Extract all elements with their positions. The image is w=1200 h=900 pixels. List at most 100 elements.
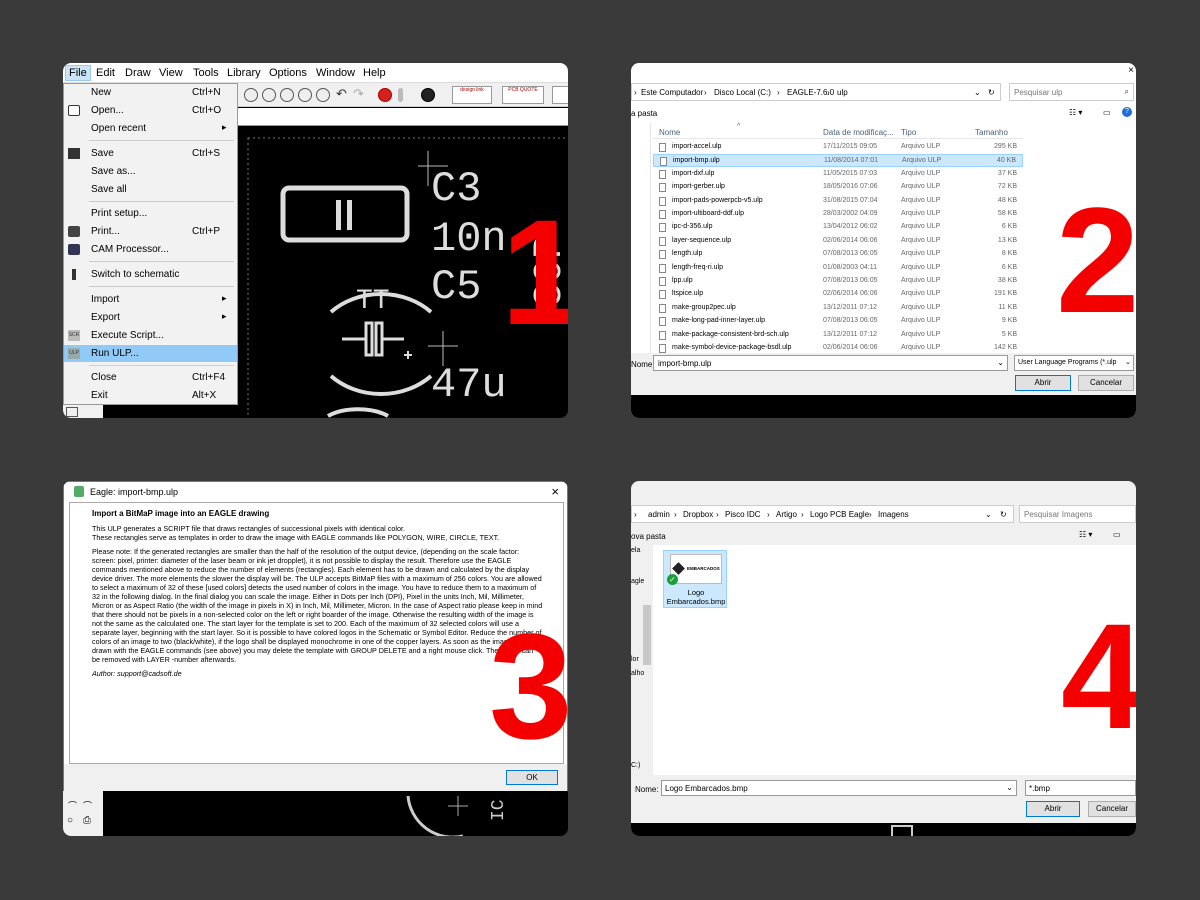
col-date[interactable]: Data de modificaç... bbox=[823, 128, 894, 137]
file-row[interactable]: import-dxf.ulp 11/05/2015 07:03 Arquivo UL… bbox=[653, 168, 1023, 181]
menu-edit[interactable]: Edit bbox=[96, 67, 115, 79]
nav-item[interactable]: agle bbox=[631, 578, 644, 585]
redo-icon[interactable]: ↷ bbox=[353, 86, 364, 102]
zoom-redraw-icon[interactable] bbox=[298, 88, 312, 102]
zoom-select-icon[interactable] bbox=[316, 88, 330, 102]
file-row[interactable]: ltspice.ulp 02/06/2014 06:06 Arquivo ULP 19… bbox=[653, 288, 1023, 301]
menu-library[interactable]: Library bbox=[227, 67, 261, 79]
breadcrumb-item[interactable]: ulp bbox=[837, 88, 848, 97]
file-row[interactable]: import-pads-powerpcb-v5.ulp 31/08/2015 07… bbox=[653, 195, 1023, 208]
breadcrumb-item[interactable]: admin bbox=[648, 510, 670, 519]
file-row[interactable]: ipc-d-356.ulp 13/04/2012 06:02 Arquivo ULP… bbox=[653, 221, 1023, 234]
menu-item-cam-processor[interactable]: CAM Processor... bbox=[64, 241, 237, 258]
curve-tool-icon[interactable]: ⌒ bbox=[83, 799, 92, 812]
file-row[interactable]: import-accel.ulp 17/11/2015 09:05 Arquivo … bbox=[653, 141, 1023, 154]
menu-tools[interactable]: Tools bbox=[193, 67, 219, 79]
new-folder-button[interactable]: a pasta bbox=[631, 109, 657, 118]
nav-item[interactable]: C:) bbox=[631, 762, 640, 769]
ok-button[interactable]: OK bbox=[506, 770, 558, 785]
menu-options[interactable]: Options bbox=[269, 67, 307, 79]
search-input[interactable]: Pesquisar Imagens bbox=[1019, 505, 1136, 523]
filetype-select[interactable]: User Language Programs (*.ulp ⌄ bbox=[1014, 355, 1134, 371]
menu-draw[interactable]: Draw bbox=[125, 67, 151, 79]
nav-item[interactable]: lor bbox=[631, 656, 639, 663]
stop-icon[interactable] bbox=[378, 88, 392, 102]
file-row[interactable]: make-long-pad-inner-layer.ulp 07/08/2013 … bbox=[653, 315, 1023, 328]
new-folder-button[interactable]: ova pasta bbox=[631, 532, 666, 541]
menu-item-new[interactable]: New Ctrl+N bbox=[64, 84, 237, 101]
file-row[interactable]: make-package-consistent-brd-sch.ulp 13/12… bbox=[653, 329, 1023, 342]
help-icon[interactable] bbox=[421, 88, 435, 102]
address-bar[interactable]: › Este Computador › Disco Local (C:) › E… bbox=[631, 83, 1001, 101]
open-button[interactable]: Abrir bbox=[1015, 375, 1071, 391]
menu-item-export[interactable]: Export ▸ bbox=[64, 309, 237, 326]
menu-window[interactable]: Window bbox=[316, 67, 355, 79]
menu-item-print[interactable]: Print... Ctrl+P bbox=[64, 223, 237, 240]
menu-item-print-setup[interactable]: Print setup... bbox=[64, 205, 237, 222]
filename-input[interactable]: Logo Embarcados.bmp ⌄ bbox=[661, 780, 1017, 796]
menu-item-save[interactable]: Save Ctrl+S bbox=[64, 145, 237, 162]
menu-view[interactable]: View bbox=[159, 67, 183, 79]
menu-item-run-ulp[interactable]: ULP Run ULP... bbox=[64, 345, 237, 362]
breadcrumb-item[interactable]: Dropbox bbox=[683, 510, 713, 519]
file-row[interactable]: import-gerber.ulp 18/05/2016 07:06 Arquivo… bbox=[653, 181, 1023, 194]
arc-tool-icon[interactable]: ⌒ bbox=[68, 799, 77, 812]
file-row[interactable]: length-freq-ri.ulp 01/08/2003 04:11 Arquiv… bbox=[653, 262, 1023, 275]
menu-item-switch-schematic[interactable]: Switch to schematic bbox=[64, 266, 237, 283]
zoom-fit-icon[interactable] bbox=[244, 88, 258, 102]
refresh-icon[interactable]: ↻ bbox=[1000, 510, 1007, 519]
menu-item-save-all[interactable]: Save all bbox=[64, 181, 237, 198]
menu-item-execute-script[interactable]: SCR Execute Script... bbox=[64, 327, 237, 344]
menu-item-import[interactable]: Import ▸ bbox=[64, 291, 237, 308]
menu-item-save-as[interactable]: Save as... bbox=[64, 163, 237, 180]
chevron-down-icon[interactable]: ⌄ bbox=[974, 88, 981, 97]
file-row[interactable]: import-bmp.ulp 11/08/2014 07:01 Arquivo UL… bbox=[653, 154, 1023, 168]
zoom-in-icon[interactable] bbox=[262, 88, 276, 102]
view-options-icon[interactable]: ☷ ▾ bbox=[1069, 108, 1082, 117]
command-line[interactable] bbox=[238, 108, 568, 126]
file-row[interactable]: layer-sequence.ulp 02/06/2014 06:06 Arquiv… bbox=[653, 235, 1023, 248]
scrollbar-thumb[interactable] bbox=[643, 605, 651, 665]
text-tool-icon[interactable]: ⎙ bbox=[83, 815, 91, 826]
search-input[interactable]: Pesquisar ulp ⌕ bbox=[1009, 83, 1134, 101]
filetype-select[interactable]: *.bmp bbox=[1025, 780, 1136, 796]
cancel-button[interactable]: Cancelar bbox=[1088, 801, 1136, 817]
view-options-icon[interactable]: ☷ ▾ bbox=[1079, 530, 1092, 539]
close-icon[interactable]: × bbox=[551, 484, 559, 499]
circle-tool-icon[interactable]: ○ bbox=[67, 815, 73, 826]
help-icon[interactable]: ? bbox=[1122, 107, 1132, 117]
menu-item-open-recent[interactable]: Open recent ▸ bbox=[64, 120, 237, 137]
breadcrumb-item[interactable]: Imagens bbox=[878, 510, 909, 519]
nav-item[interactable]: ela bbox=[631, 547, 640, 554]
chevron-down-icon[interactable]: ⌄ bbox=[985, 510, 992, 519]
design-link-button[interactable]: design link bbox=[452, 86, 492, 104]
nav-item[interactable]: alho bbox=[631, 670, 644, 677]
tool-icon[interactable] bbox=[66, 407, 78, 417]
cancel-button[interactable]: Cancelar bbox=[1078, 375, 1134, 391]
file-tile-logo[interactable]: EMBARCADOS ✓ Logo Embarcados.bmp bbox=[663, 550, 727, 608]
col-size[interactable]: Tamanho bbox=[975, 128, 1008, 137]
breadcrumb-item[interactable]: Este Computador bbox=[641, 88, 703, 97]
menu-item-close[interactable]: Close Ctrl+F4 bbox=[64, 369, 237, 386]
col-type[interactable]: Tipo bbox=[901, 128, 916, 137]
refresh-icon[interactable]: ↻ bbox=[988, 88, 995, 97]
zoom-out-icon[interactable] bbox=[280, 88, 294, 102]
breadcrumb-item[interactable]: Logo PCB Eagle bbox=[810, 510, 869, 519]
file-row[interactable]: make-group2pec.ulp 13/12/2011 07:12 Arquiv… bbox=[653, 302, 1023, 315]
address-bar[interactable]: › admin › Dropbox › Pisco IDC › Artigo ›… bbox=[631, 505, 1014, 523]
file-row[interactable]: lpp.ulp 07/08/2013 06:05 Arquivo ULP 38 KB bbox=[653, 275, 1023, 288]
file-row[interactable]: length.ulp 07/08/2013 06:05 Arquivo ULP 8 K… bbox=[653, 248, 1023, 261]
breadcrumb-item[interactable]: Disco Local (C:) bbox=[714, 88, 771, 97]
preview-pane-icon[interactable]: ▭ bbox=[1113, 530, 1121, 539]
col-name[interactable]: Nome bbox=[659, 128, 680, 137]
filename-input[interactable]: import-bmp.ulp ⌄ bbox=[653, 355, 1008, 371]
close-icon[interactable]: × bbox=[1128, 65, 1134, 76]
file-row[interactable]: import-ultiboard-ddf.ulp 28/03/2002 04:09… bbox=[653, 208, 1023, 221]
breadcrumb-item[interactable]: Pisco IDC bbox=[725, 510, 761, 519]
breadcrumb-item[interactable]: Artigo bbox=[776, 510, 797, 519]
menu-item-exit[interactable]: Exit Alt+X bbox=[64, 387, 237, 404]
open-button[interactable]: Abrir bbox=[1026, 801, 1080, 817]
undo-icon[interactable]: ↶ bbox=[336, 86, 347, 102]
menu-item-open[interactable]: Open... Ctrl+O bbox=[64, 102, 237, 119]
menu-file[interactable]: File bbox=[65, 65, 91, 81]
